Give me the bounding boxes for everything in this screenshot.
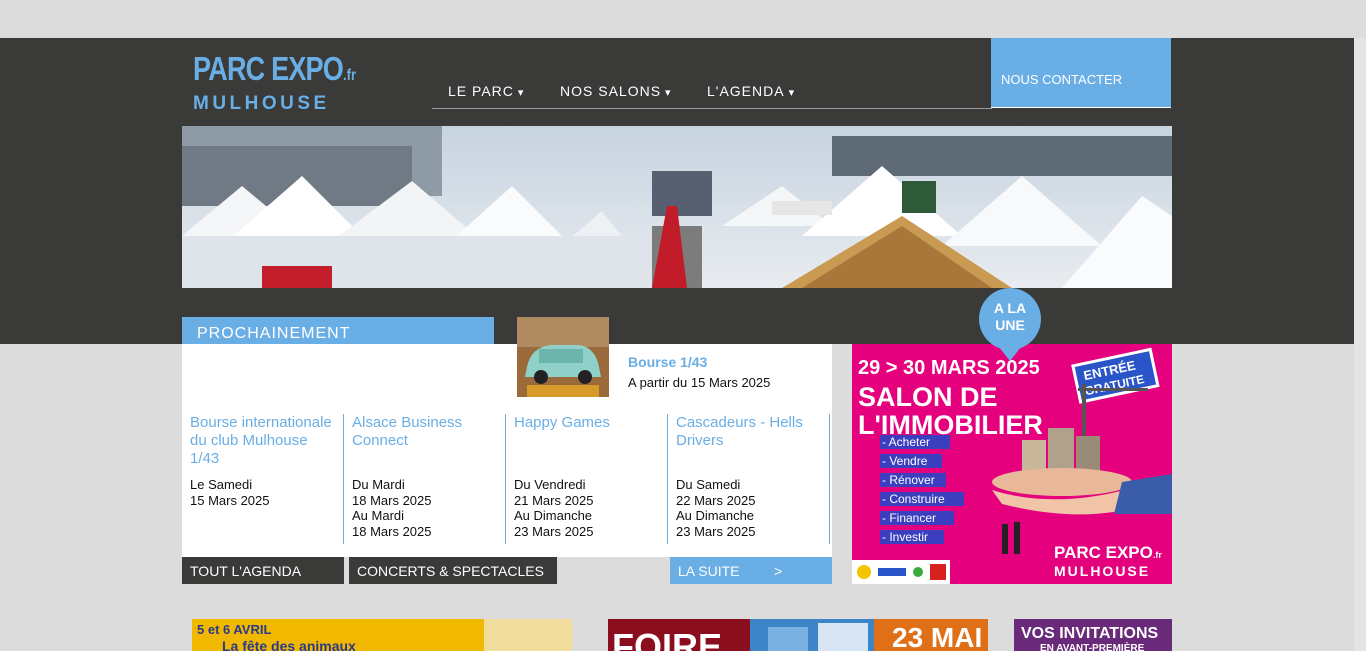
- ad-bullet: - Financer: [882, 511, 936, 525]
- a-la-une-label: A LA UNE: [993, 300, 1027, 333]
- contact-button[interactable]: NOUS CONTACTER: [991, 38, 1171, 108]
- page-edge-strip: [1354, 38, 1366, 651]
- upcoming-header: PROCHAINEMENT: [182, 317, 494, 344]
- promo-foire[interactable]: FOIRE 23 MAI: [608, 619, 988, 651]
- ad-title-line-1: SALON DE: [858, 382, 998, 412]
- ad-bullet: - Vendre: [882, 454, 928, 468]
- ad-brand-line-1: PARC EXPO.fr: [1054, 543, 1162, 562]
- event-card[interactable]: Bourse internationale du club Mulhouse 1…: [182, 414, 344, 544]
- ad-bullet: - Rénover: [882, 473, 935, 487]
- promo-invitations[interactable]: VOS INVITATIONS EN AVANT-PREMIÈRE: [1014, 619, 1172, 651]
- promo-middle-date: 23 MAI: [892, 622, 982, 651]
- ad-bullet: - Construire: [882, 492, 945, 506]
- logo-line-2: MULHOUSE: [193, 93, 330, 114]
- event-title[interactable]: Cascadeurs - Hells Drivers: [676, 414, 821, 477]
- hero-banner-image: [182, 126, 1172, 288]
- promo-right-subtitle: EN AVANT-PREMIÈRE: [1040, 641, 1145, 651]
- featured-event-title[interactable]: Bourse 1/43: [628, 354, 707, 370]
- caret-down-icon: ▾: [788, 87, 796, 99]
- ad-brand-line-2: MULHOUSE: [1054, 563, 1150, 579]
- caret-down-icon: ▾: [517, 87, 525, 99]
- concerts-shows-button[interactable]: CONCERTS & SPECTACLES: [349, 557, 557, 584]
- featured-event-thumbnail[interactable]: [517, 317, 609, 397]
- nav-item-le-parc[interactable]: LE PARC ▾: [448, 83, 524, 99]
- event-dates: Du Samedi 22 Mars 2025 Au Dimanche 23 Ma…: [676, 477, 756, 539]
- logo-line-1: PARC EXPO.fr: [193, 50, 357, 87]
- event-dates: Du Mardi 18 Mars 2025 Au Mardi 18 Mars 2…: [352, 477, 432, 539]
- nav-item-nos-salons[interactable]: NOS SALONS ▾: [560, 83, 672, 99]
- ad-bullet: - Investir: [882, 530, 928, 544]
- event-card[interactable]: Cascadeurs - Hells Drivers Du Samedi 22 …: [668, 414, 830, 544]
- event-title[interactable]: Happy Games: [514, 414, 659, 477]
- main-nav: LE PARC ▾ NOS SALONS ▾ L'AGENDA ▾: [432, 72, 992, 109]
- promo-left-date: 5 et 6 AVRIL: [197, 622, 271, 637]
- ad-bullet: - Acheter: [882, 435, 930, 449]
- event-card[interactable]: Happy Games Du Vendredi 21 Mars 2025 Au …: [506, 414, 668, 544]
- promo-fete-des-animaux[interactable]: 5 et 6 AVRIL La fête des animaux: [192, 619, 572, 651]
- all-agenda-button[interactable]: TOUT L'AGENDA: [182, 557, 344, 584]
- event-card[interactable]: Alsace Business Connect Du Mardi 18 Mars…: [344, 414, 506, 544]
- promo-middle-title: FOIRE: [612, 626, 722, 651]
- site-logo[interactable]: PARC EXPO.fr MULHOUSE: [193, 50, 363, 114]
- more-events-button[interactable]: LA SUITE >: [670, 557, 832, 584]
- caret-down-icon: ▾: [665, 87, 672, 99]
- event-dates: Du Vendredi 21 Mars 2025 Au Dimanche 23 …: [514, 477, 594, 539]
- event-title[interactable]: Bourse internationale du club Mulhouse 1…: [190, 414, 335, 477]
- nav-item-agenda[interactable]: L'AGENDA ▾: [707, 83, 795, 99]
- event-title[interactable]: Alsace Business Connect: [352, 414, 497, 477]
- featured-ad-salon-immobilier[interactable]: 29 > 30 MARS 2025 SALON DE L'IMMOBILIER …: [852, 344, 1172, 584]
- featured-event-date: A partir du 15 Mars 2025: [628, 375, 771, 390]
- promo-left-title: La fête des animaux: [222, 638, 356, 651]
- promo-right-title: VOS INVITATIONS: [1021, 625, 1159, 642]
- event-dates: Le Samedi 15 Mars 2025: [190, 477, 270, 508]
- arrow-right-icon: >: [774, 563, 783, 579]
